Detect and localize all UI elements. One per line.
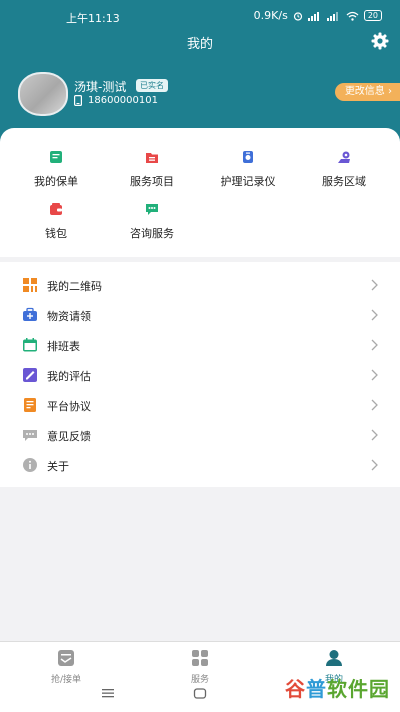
feature-panel: 我的保单 服务项目 护理记录仪 服务区域 钱包 咨询服务	[0, 128, 400, 257]
chevron-right-icon	[371, 339, 378, 351]
avatar[interactable]	[18, 72, 68, 116]
recorder-icon	[243, 151, 253, 163]
status-bar: 上午11:13 0.9K/s 20	[0, 0, 400, 32]
menu-label: 物资请领	[47, 310, 91, 323]
grid-label: 钱包	[45, 227, 67, 240]
menu-item-feedback[interactable]: 意见反馈	[0, 420, 400, 450]
menu-item-assessment[interactable]: 我的评估	[0, 360, 400, 390]
service-grid-icon	[192, 650, 208, 666]
menu-label: 排班表	[47, 340, 80, 353]
chevron-right-icon	[371, 279, 378, 291]
watermark-text: 谷普软件园	[285, 677, 390, 701]
grid-item-area[interactable]: 服务区域	[294, 150, 394, 189]
signal-icon	[307, 11, 319, 21]
home-nav-icon[interactable]	[193, 688, 207, 699]
wallet-icon	[50, 203, 62, 215]
grid-label: 服务区域	[322, 175, 366, 188]
grid-item-policy[interactable]: 我的保单	[6, 150, 106, 189]
menu-label: 我的评估	[47, 370, 91, 383]
menu-item-qrcode[interactable]: 我的二维码	[0, 270, 400, 300]
menu-label: 意见反馈	[47, 430, 91, 443]
watermark: 谷普软件园	[285, 673, 390, 702]
tab-label: 服务	[190, 675, 209, 685]
menu-list: 我的二维码 物资请领 排班表 我的评估 平台协议 意见反馈 关于	[0, 262, 400, 487]
status-time: 上午11:13	[66, 12, 120, 25]
grab-order-icon	[58, 650, 74, 666]
policy-icon	[50, 151, 62, 163]
menu-label: 我的二维码	[47, 280, 102, 293]
phone-icon	[74, 95, 82, 106]
chevron-right-icon	[371, 429, 378, 441]
grid-item-wallet[interactable]: 钱包	[6, 202, 106, 241]
menu-item-schedule[interactable]: 排班表	[0, 330, 400, 360]
tab-service[interactable]: 服务	[150, 646, 250, 685]
phone-number: 18600000101	[88, 95, 158, 106]
phone-row: 18600000101	[74, 95, 158, 106]
qrcode-icon	[23, 278, 37, 292]
service-items-icon	[146, 153, 158, 163]
profile-icon	[326, 650, 342, 666]
grid-item-service-items[interactable]: 服务项目	[102, 150, 202, 189]
tab-label: 抢/接单	[50, 675, 82, 685]
user-name: 汤琪-测试	[74, 80, 127, 94]
agreement-icon	[24, 398, 36, 412]
menu-item-about[interactable]: 关于	[0, 450, 400, 480]
tab-grab-order[interactable]: 抢/接单	[16, 646, 116, 685]
grid-label: 咨询服务	[130, 227, 174, 240]
supplies-icon	[23, 307, 37, 321]
consult-icon	[146, 204, 158, 215]
area-icon	[338, 151, 350, 163]
verified-badge: 已实名	[136, 79, 168, 92]
chevron-right-icon	[371, 369, 378, 381]
page-title: 我的	[186, 37, 213, 52]
signal-icon	[326, 11, 338, 21]
menu-label: 关于	[47, 460, 69, 473]
menu-label: 平台协议	[47, 400, 91, 413]
gear-icon[interactable]	[370, 31, 390, 51]
grid-item-recorder[interactable]: 护理记录仪	[198, 150, 298, 189]
edit-profile-label: 更改信息	[344, 86, 385, 97]
battery-level: 20	[363, 10, 382, 21]
menu-nav-icon[interactable]	[101, 688, 115, 698]
grid-label: 我的保单	[34, 175, 78, 188]
feedback-icon	[23, 430, 37, 441]
grid-item-consult[interactable]: 咨询服务	[102, 202, 202, 241]
grid-label: 服务项目	[130, 175, 174, 188]
edit-profile-button[interactable]: 更改信息 ›	[334, 83, 400, 101]
alarm-icon	[293, 11, 302, 21]
calendar-icon	[23, 338, 37, 352]
network-speed: 0.9K/s	[253, 9, 288, 22]
info-icon	[23, 458, 37, 472]
grid-label: 护理记录仪	[220, 175, 276, 188]
chevron-right-icon	[371, 309, 378, 321]
chevron-right-icon	[371, 399, 378, 411]
chevron-right-icon	[371, 459, 378, 471]
menu-item-agreement[interactable]: 平台协议	[0, 390, 400, 420]
wifi-icon	[346, 11, 359, 21]
assessment-icon	[23, 368, 37, 382]
menu-item-supplies[interactable]: 物资请领	[0, 300, 400, 330]
